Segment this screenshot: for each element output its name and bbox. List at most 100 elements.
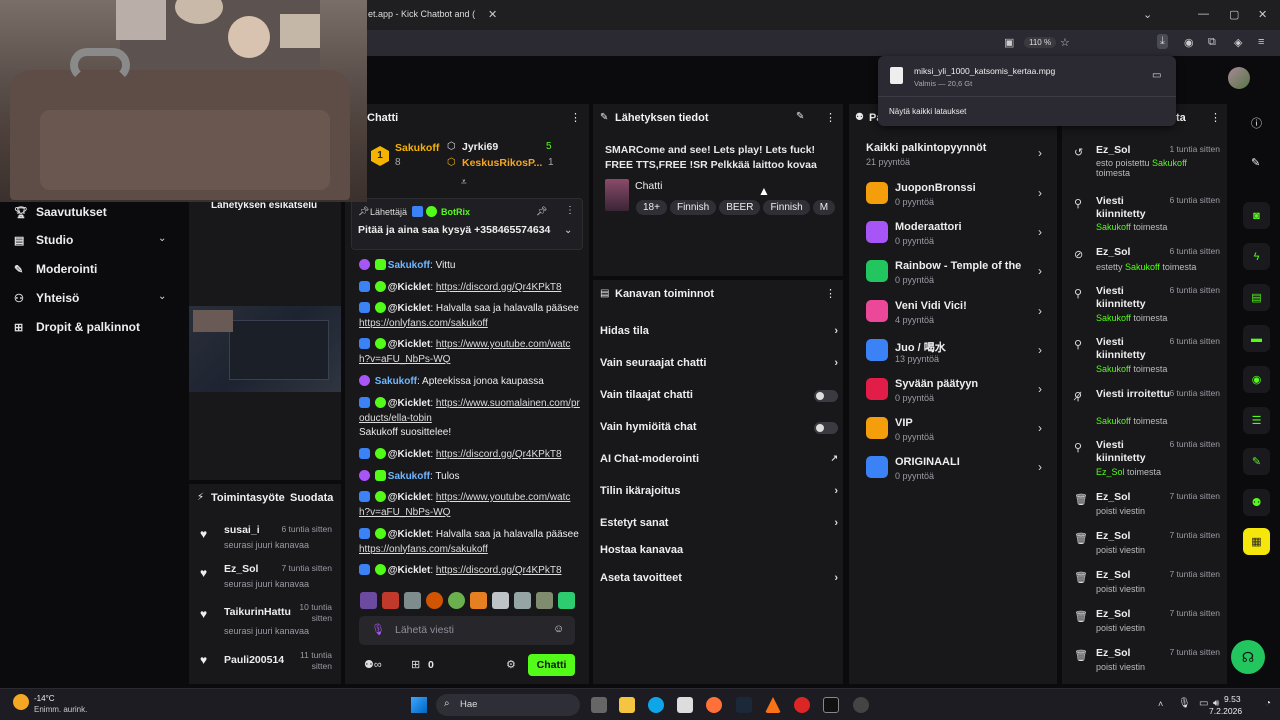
broadcast-icon[interactable]: ◉ xyxy=(1243,366,1270,393)
emote-icon[interactable] xyxy=(536,592,553,609)
bolt-icon[interactable]: ϟ xyxy=(1243,243,1270,270)
sidebar-item-drops[interactable]: ⊞ Dropit & palkinnot xyxy=(14,320,140,334)
window-close-icon[interactable]: ✕ xyxy=(1258,8,1267,21)
chevron-down-icon[interactable]: ⌄ xyxy=(158,233,166,244)
notification-icon[interactable]: ◔ xyxy=(1265,698,1271,709)
stream-preview-image[interactable] xyxy=(189,306,341,392)
sidebar-item-moderation[interactable]: ✎ Moderointi xyxy=(14,262,97,276)
chevron-down-icon[interactable]: ⌄ xyxy=(564,225,572,236)
download-filename[interactable]: miksi_yli_1000_katsomis_kertaa.mpg xyxy=(914,66,1055,76)
tab-close-icon[interactable]: ✕ xyxy=(488,8,497,21)
more-icon[interactable]: ⋮ xyxy=(825,287,836,300)
emote-icon[interactable] xyxy=(360,592,377,609)
emote-icon[interactable] xyxy=(514,592,531,609)
extensions-icon[interactable]: ⧉ xyxy=(1208,36,1216,49)
more-icon[interactable]: ⋮ xyxy=(1210,111,1221,124)
taskbar-search[interactable]: ⌕ Hae xyxy=(436,694,580,716)
unpin-icon[interactable]: 📌︎ xyxy=(536,206,547,217)
emote-icon[interactable] xyxy=(470,592,487,609)
clock-date[interactable]: 7.2.2026 xyxy=(1209,706,1242,716)
edge-icon[interactable] xyxy=(648,697,664,713)
clock-time[interactable]: 9.53 xyxy=(1224,694,1241,704)
show-all-downloads[interactable]: Näytä kaikki lataukset xyxy=(889,107,966,116)
leader-name[interactable]: KeskusRikosP... xyxy=(462,157,542,169)
vlc-icon[interactable] xyxy=(765,697,781,713)
action-ai-moderation[interactable]: AI Chat-moderointi ↗ xyxy=(600,453,838,465)
action-blocked-words[interactable]: Estetyt sanat › xyxy=(600,517,838,529)
emote-icon[interactable] xyxy=(382,592,399,609)
reader-icon[interactable]: ▣ xyxy=(1004,36,1014,49)
zoom-level[interactable]: 110 % xyxy=(1024,37,1057,48)
clapper-icon[interactable]: ▦ xyxy=(1243,528,1270,555)
more-icon[interactable]: ⋮ xyxy=(570,111,581,124)
send-chat-button[interactable]: Chatti xyxy=(528,654,575,676)
download-icon[interactable]: ⤓ xyxy=(1157,34,1168,49)
chat-bubble-icon[interactable]: ▬ xyxy=(1243,325,1270,352)
mic-icon[interactable]: 🎙︎ xyxy=(1178,698,1191,709)
avatar[interactable] xyxy=(1228,67,1250,89)
emote-icon[interactable] xyxy=(404,592,421,609)
tab-list-icon[interactable]: ⌄ xyxy=(1143,8,1152,21)
task-view-icon[interactable] xyxy=(591,697,607,713)
tag-chip[interactable]: Finnish xyxy=(669,200,717,215)
chevron-down-icon[interactable]: ⌄ xyxy=(158,291,166,302)
camera-icon[interactable]: ◙ xyxy=(1243,202,1270,229)
emote-icon[interactable] xyxy=(426,592,443,609)
notes-icon[interactable]: ▤ xyxy=(1243,284,1270,311)
account-icon[interactable]: ◉ xyxy=(1184,36,1194,49)
category-name[interactable]: Chatti xyxy=(635,180,662,192)
windows-start-icon[interactable] xyxy=(411,697,427,713)
action-host-channel[interactable]: Hostaa kanavaa xyxy=(600,544,838,556)
emote-icon[interactable] xyxy=(492,592,509,609)
sidebar-item-studio[interactable]: ▤ Studio xyxy=(14,233,73,247)
settings-gear-icon[interactable] xyxy=(853,697,869,713)
tag-chip[interactable]: Finnish xyxy=(763,200,810,215)
chevron-up-icon[interactable]: ˄ xyxy=(1158,699,1163,709)
action-set-goals[interactable]: Aseta tavoitteet › xyxy=(600,572,838,584)
file-explorer-icon[interactable] xyxy=(619,697,635,713)
tag-chip[interactable]: 18+ xyxy=(636,200,667,215)
gift-icon[interactable]: ⊞ xyxy=(411,658,420,671)
weather-icon[interactable] xyxy=(13,694,29,710)
settings-gear-icon[interactable]: ⚙ xyxy=(506,658,516,671)
edit-icon[interactable]: ✎ xyxy=(1251,156,1260,169)
people-icon[interactable]: ⚉ xyxy=(1243,489,1270,516)
emoji-icon[interactable]: ☺ xyxy=(553,623,564,635)
leader-name[interactable]: Jyrki69 xyxy=(462,141,498,153)
filter-button[interactable]: Suodata xyxy=(290,492,333,504)
steam-icon[interactable] xyxy=(736,697,752,713)
maximize-icon[interactable]: ▢ xyxy=(1229,8,1239,21)
bookmark-star-icon[interactable]: ☆ xyxy=(1060,36,1070,49)
network-icon[interactable]: ▭ xyxy=(1199,698,1208,709)
terminal-icon[interactable] xyxy=(823,697,839,713)
people-icon[interactable]: ⚉∞ xyxy=(364,658,382,671)
action-slow-mode[interactable]: Hidas tila › xyxy=(600,325,838,337)
more-icon[interactable]: ⋮ xyxy=(565,205,575,216)
mic-icon[interactable]: 🎙︎ xyxy=(371,623,385,636)
leader-name[interactable]: Sakukoff xyxy=(395,142,439,154)
headset-support-icon[interactable]: ☊ xyxy=(1231,640,1265,674)
chat-input[interactable]: 🎙︎ Lähetä viesti ☺ xyxy=(359,616,575,645)
layout-icon[interactable]: ☰ xyxy=(1243,407,1270,434)
action-followers-only[interactable]: Vain seuraajat chatti › xyxy=(600,357,838,369)
emotes-only-toggle[interactable] xyxy=(814,422,838,434)
tab-title[interactable]: et.app - Kick Chatbot and ( xyxy=(368,9,475,19)
shield-icon[interactable]: ◈ xyxy=(1234,36,1242,49)
emote-icon[interactable] xyxy=(558,592,575,609)
emote-icon[interactable] xyxy=(448,592,465,609)
info-icon[interactable]: ⓘ xyxy=(1251,115,1262,131)
minimize-icon[interactable]: — xyxy=(1198,8,1209,20)
sidebar-item-community[interactable]: ⚇ Yhteisö xyxy=(14,291,79,305)
action-age-restriction[interactable]: Tilin ikärajoitus › xyxy=(600,485,838,497)
menu-icon[interactable]: ≡ xyxy=(1258,36,1264,48)
weather-temp[interactable]: -14°C xyxy=(34,694,55,703)
tag-chip[interactable]: BEER xyxy=(719,200,761,215)
category-thumbnail[interactable] xyxy=(605,179,629,211)
more-icon[interactable]: ⋮ xyxy=(825,111,836,124)
firefox-icon[interactable] xyxy=(706,697,722,713)
sidebar-item-achievements[interactable]: 🏆︎ Saavutukset xyxy=(14,205,107,219)
edit-icon[interactable]: ✎ xyxy=(796,111,804,122)
opera-icon[interactable] xyxy=(794,697,810,713)
tag-chip[interactable]: M xyxy=(812,200,836,215)
collapse-icon[interactable]: ⩡ xyxy=(461,177,467,188)
